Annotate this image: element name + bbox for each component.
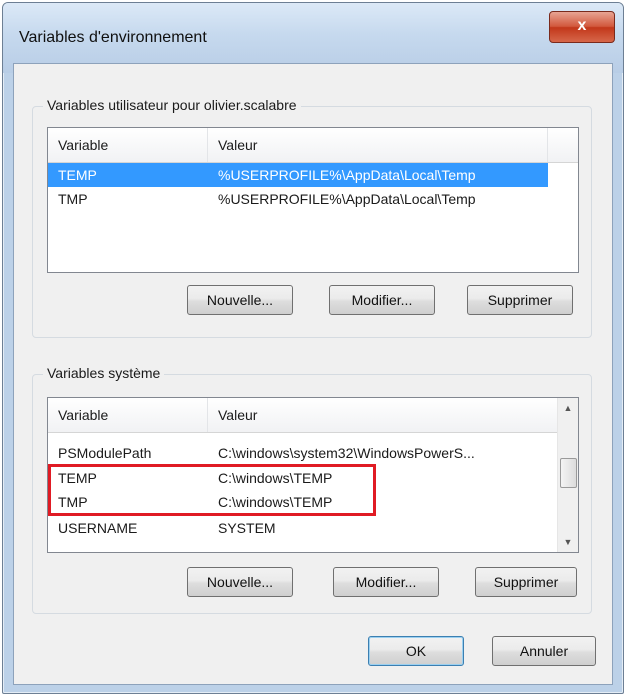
red-highlight-box: [48, 464, 376, 516]
user-variable-row-tmp[interactable]: TMP %USERPROFILE%\AppData\Local\Temp: [48, 187, 548, 211]
scrollbar-thumb[interactable]: [560, 458, 577, 488]
column-header-value[interactable]: Valeur: [208, 398, 558, 432]
system-variables-list[interactable]: Variable Valeur PSModulePath C:\windows\…: [47, 397, 579, 553]
row-value: %USERPROFILE%\AppData\Local\Temp: [218, 191, 476, 207]
close-button[interactable]: x: [549, 11, 615, 43]
user-variables-list[interactable]: Variable Valeur TEMP %USERPROFILE%\AppDa…: [47, 127, 579, 273]
row-value: SYSTEM: [218, 520, 276, 536]
row-variable: PSModulePath: [58, 445, 152, 461]
system-new-button[interactable]: Nouvelle...: [187, 567, 293, 597]
system-delete-button[interactable]: Supprimer: [475, 567, 577, 597]
system-list-scrollbar[interactable]: ▲ ▼: [557, 398, 578, 552]
scroll-up-arrow-icon[interactable]: ▲: [558, 398, 578, 418]
row-value: C:\windows\system32\WindowsPowerS...: [218, 445, 475, 461]
system-edit-button[interactable]: Modifier...: [333, 567, 439, 597]
column-header-variable[interactable]: Variable: [48, 128, 208, 162]
system-variable-row-psmodulepath[interactable]: PSModulePath C:\windows\system32\Windows…: [48, 441, 556, 465]
scroll-down-arrow-icon[interactable]: ▼: [558, 532, 578, 552]
row-variable: USERNAME: [58, 520, 138, 536]
user-variable-row-temp[interactable]: TEMP %USERPROFILE%\AppData\Local\Temp: [48, 163, 548, 187]
user-variables-label: Variables utilisateur pour olivier.scala…: [43, 97, 301, 113]
user-edit-button[interactable]: Modifier...: [329, 285, 435, 315]
user-variables-group: Variables utilisateur pour olivier.scala…: [32, 97, 592, 338]
window-title: Variables d'environnement: [19, 29, 207, 46]
row-value: %USERPROFILE%\AppData\Local\Temp: [218, 167, 476, 183]
environment-variables-dialog: Variables d'environnement x Variables ut…: [2, 2, 624, 694]
cancel-button[interactable]: Annuler: [492, 636, 596, 666]
user-list-header: Variable Valeur: [48, 128, 578, 163]
user-new-button[interactable]: Nouvelle...: [187, 285, 293, 315]
system-variables-label: Variables système: [43, 365, 165, 381]
dialog-client-area: Variables utilisateur pour olivier.scala…: [13, 63, 613, 685]
column-header-value[interactable]: Valeur: [208, 128, 548, 162]
ok-button[interactable]: OK: [368, 636, 464, 666]
system-list-header: Variable Valeur: [48, 398, 558, 433]
system-variables-group: Variables système Variable Valeur PSModu…: [32, 365, 592, 614]
user-delete-button[interactable]: Supprimer: [467, 285, 573, 315]
row-variable: TMP: [58, 191, 88, 207]
row-variable: TEMP: [58, 167, 97, 183]
system-variable-row-username[interactable]: USERNAME SYSTEM: [48, 516, 556, 540]
column-header-variable[interactable]: Variable: [48, 398, 208, 432]
